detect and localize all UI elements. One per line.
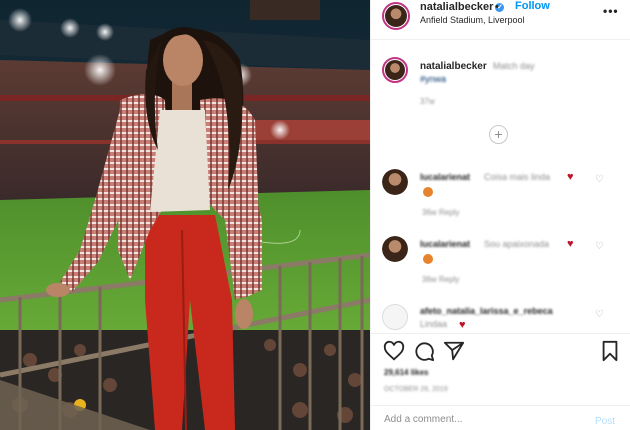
action-bar — [371, 333, 630, 363]
comment-like-heart-icon[interactable]: ♡ — [595, 241, 604, 252]
comment-like-heart-icon[interactable]: ♡ — [595, 174, 604, 185]
author-username-text[interactable]: natalialbecker — [420, 1, 493, 13]
heart-emoji-icon: ♥ — [567, 238, 574, 250]
post-date: OCTOBER 26, 2019 — [384, 386, 448, 393]
author-avatar[interactable] — [382, 2, 410, 30]
caption-username[interactable]: natalialbecker — [420, 61, 487, 72]
add-comment-input[interactable] — [384, 414, 574, 425]
caption-text: Match day — [493, 61, 535, 71]
likes-count[interactable]: 29,614 likes — [384, 368, 428, 377]
add-comment-bar: Post — [371, 405, 630, 430]
caption-avatar[interactable] — [382, 57, 408, 83]
heart-emoji-icon: ♥ — [567, 171, 574, 183]
face-emoji-icon — [423, 254, 433, 264]
like-heart-icon[interactable] — [383, 340, 405, 362]
comment-username[interactable]: afeto_natalia_larissa_e_rebeca — [420, 306, 553, 316]
post-comment-button[interactable]: Post — [595, 416, 615, 427]
post-photo[interactable] — [0, 0, 370, 430]
comment-meta[interactable]: 36w Reply — [422, 208, 459, 217]
face-emoji-icon — [423, 187, 433, 197]
comment-bubble-icon[interactable] — [413, 340, 435, 362]
author-username[interactable]: natalialbecker ✓ — [420, 1, 505, 13]
comment-text: Sou apaixonada — [484, 239, 550, 249]
follow-button[interactable]: Follow — [515, 0, 550, 12]
post-header: natalialbecker ✓ • Follow Anfield Stadium… — [371, 0, 630, 40]
comment-item: lucalarienat Sou apaixonada ♥ 36w Reply … — [371, 236, 630, 296]
comment-meta[interactable]: 36w Reply — [422, 275, 459, 284]
comments-list[interactable]: natalialbecker Match day #ynwa 37w + luc… — [371, 41, 630, 333]
share-send-icon[interactable] — [443, 340, 465, 362]
comment-avatar[interactable] — [382, 304, 408, 330]
stadium-photo-illustration — [0, 0, 370, 430]
caption-hashtag[interactable]: #ynwa — [420, 74, 446, 84]
comment-username[interactable]: lucalarienat — [420, 172, 470, 182]
save-bookmark-icon[interactable] — [599, 340, 621, 362]
comment-avatar[interactable] — [382, 169, 408, 195]
comment-avatar[interactable] — [382, 236, 408, 262]
comment-username[interactable]: lucalarienat — [420, 239, 470, 249]
header-separator: • — [495, 1, 499, 13]
comment-text: Lindaa — [420, 319, 448, 329]
comment-like-heart-icon[interactable]: ♡ — [595, 309, 604, 320]
comment-item: lucalarienat Coisa mais linda ♥ 36w Repl… — [371, 169, 630, 229]
comment-text: Coisa mais linda — [484, 172, 551, 182]
location-link[interactable]: Anfield Stadium, Liverpool — [420, 15, 525, 25]
comment-item: afeto_natalia_larissa_e_rebeca Lindaa ♥ … — [371, 304, 630, 333]
more-options-button[interactable]: ••• — [603, 4, 619, 18]
heart-emoji-icon: ♥ — [459, 319, 466, 331]
caption-timestamp: 37w — [420, 97, 435, 106]
post-sidebar: natalialbecker ✓ • Follow Anfield Stadium… — [370, 0, 630, 430]
load-more-comments-button[interactable]: + — [489, 125, 508, 144]
